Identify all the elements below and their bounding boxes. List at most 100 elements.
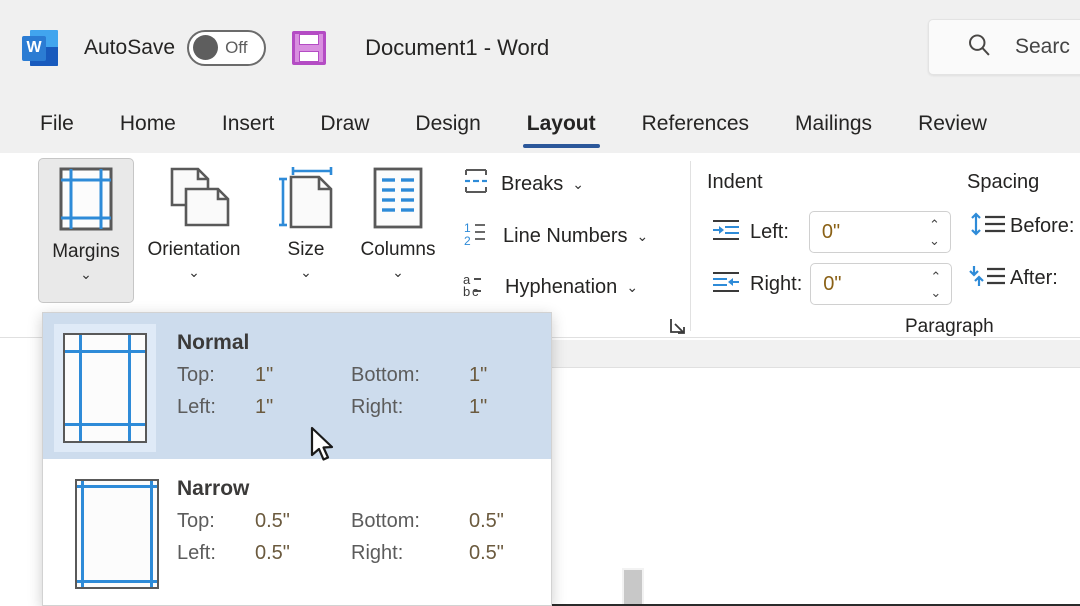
word-logo-icon: W [22, 28, 58, 68]
indent-left-input[interactable]: 0" ⌃ ⌄ [809, 211, 951, 253]
breaks-icon [463, 168, 489, 200]
indent-right-input[interactable]: 0" ⌃ ⌄ [810, 263, 952, 305]
narrow-top-label: Top: [177, 510, 255, 533]
tab-layout[interactable]: Layout [525, 108, 598, 140]
normal-left-label: Left: [177, 396, 255, 419]
indent-right-icon [712, 270, 740, 299]
columns-label: Columns [361, 239, 436, 261]
margins-icon [58, 167, 114, 237]
indent-left-label: Left: [750, 221, 789, 244]
normal-right-value: 1" [469, 396, 487, 419]
normal-left-value: 1" [255, 396, 351, 419]
search-box[interactable]: Searc [928, 19, 1080, 75]
spacing-before-row: Before: [968, 211, 1074, 242]
narrow-bottom-label: Bottom: [351, 510, 469, 533]
title-bar: W AutoSave Off Document1 - Word Searc [0, 0, 1080, 95]
indent-left-stepper[interactable]: ⌃ ⌄ [929, 214, 940, 250]
line-numbers-command[interactable]: 1 2 Line Numbers ⌄ [463, 219, 648, 253]
narrow-right-label: Right: [351, 542, 469, 565]
line-numbers-label: Line Numbers [503, 225, 628, 248]
chevron-down-icon: ⌄ [80, 267, 92, 281]
autosave-label: AutoSave [84, 36, 175, 60]
save-floppy-icon[interactable] [292, 31, 326, 65]
stepper-up-icon[interactable]: ⌃ [929, 218, 940, 231]
orientation-icon [156, 167, 232, 235]
indent-left-icon [712, 218, 740, 247]
ribbon-tab-strip: File Home Insert Draw Design Layout Refe… [0, 95, 1080, 153]
search-icon [965, 31, 993, 64]
svg-text:2: 2 [464, 234, 471, 247]
tab-draw[interactable]: Draw [318, 108, 371, 140]
columns-button[interactable]: Columns ⌄ [350, 159, 446, 279]
horizontal-ruler[interactable] [552, 340, 1080, 368]
narrow-bottom-value: 0.5" [469, 510, 504, 533]
breaks-label: Breaks [501, 173, 563, 196]
normal-bottom-value: 1" [469, 364, 487, 387]
spacing-after-row: After: [968, 263, 1058, 294]
hyphenation-icon: a b c [463, 270, 493, 304]
spacing-before-label: Before: [1010, 215, 1074, 238]
orientation-button[interactable]: Orientation ⌄ [146, 159, 242, 279]
ribbon-content: Margins ⌄ Orientation ⌄ [0, 153, 1080, 338]
margins-dropdown-menu[interactable]: Normal Top: 1" Bottom: 1" Left: 1" Right… [42, 312, 552, 606]
size-icon [275, 167, 337, 235]
svg-text:b: b [463, 284, 470, 298]
margins-option-narrow[interactable]: Narrow Top: 0.5" Bottom: 0.5" Left: 0.5"… [43, 459, 551, 605]
tab-references[interactable]: References [640, 108, 751, 140]
margins-label: Margins [52, 241, 120, 263]
columns-icon [369, 167, 427, 235]
search-input-placeholder: Searc [1015, 35, 1070, 59]
indent-right-row: Right: 0" ⌃ ⌄ [712, 263, 952, 305]
narrow-right-value: 0.5" [469, 542, 504, 565]
spacing-after-icon [968, 263, 1008, 294]
paragraph-group-label: Paragraph [905, 316, 994, 338]
mouse-cursor [310, 426, 336, 469]
spacing-group-title: Spacing [967, 171, 1039, 194]
chevron-down-icon: ⌄ [188, 265, 200, 279]
stepper-down-icon[interactable]: ⌄ [930, 286, 941, 299]
margins-option-normal[interactable]: Normal Top: 1" Bottom: 1" Left: 1" Right… [43, 313, 551, 459]
indent-right-stepper[interactable]: ⌃ ⌄ [930, 266, 941, 302]
tab-insert[interactable]: Insert [220, 108, 277, 140]
size-label: Size [288, 239, 325, 261]
group-separator [690, 161, 691, 331]
breaks-command[interactable]: Breaks ⌄ [463, 168, 584, 200]
narrow-left-label: Left: [177, 542, 255, 565]
line-numbers-icon: 1 2 [463, 219, 491, 253]
indent-left-value: 0" [822, 221, 840, 244]
stepper-up-icon[interactable]: ⌃ [930, 270, 941, 283]
chevron-down-icon: ⌄ [392, 265, 404, 279]
chevron-down-icon: ⌄ [572, 176, 584, 193]
svg-text:1: 1 [464, 221, 471, 235]
tab-mailings[interactable]: Mailings [793, 108, 874, 140]
normal-bottom-label: Bottom: [351, 364, 469, 387]
margins-button[interactable]: Margins ⌄ [38, 158, 134, 303]
normal-top-value: 1" [255, 364, 351, 387]
margins-preview-narrow [75, 479, 159, 589]
autosave-state-label: Off [225, 38, 247, 58]
autosave-toggle[interactable]: Off [187, 30, 266, 66]
autosave-toggle-knob [193, 35, 218, 60]
spacing-after-label: After: [1010, 267, 1058, 290]
size-button[interactable]: Size ⌄ [258, 159, 354, 279]
document-title: Document1 - Word [365, 35, 549, 61]
tab-home[interactable]: Home [118, 108, 178, 140]
indent-left-row: Left: 0" ⌃ ⌄ [712, 211, 951, 253]
hyphenation-command[interactable]: a b c Hyphenation ⌄ [463, 270, 638, 304]
tab-review[interactable]: Review [916, 108, 989, 140]
tab-file[interactable]: File [38, 108, 76, 140]
chevron-down-icon: ⌄ [300, 265, 312, 279]
ruler-indent-marker[interactable] [622, 568, 644, 606]
chevron-down-icon: ⌄ [626, 279, 638, 296]
indent-right-label: Right: [750, 273, 802, 296]
normal-top-label: Top: [177, 364, 255, 387]
indent-group-title: Indent [707, 171, 763, 194]
margins-option-title: Normal [177, 331, 487, 355]
chevron-down-icon: ⌄ [637, 228, 649, 245]
hyphenation-label: Hyphenation [505, 276, 617, 299]
margins-option-title: Narrow [177, 477, 504, 501]
stepper-down-icon[interactable]: ⌄ [929, 234, 940, 247]
indent-right-value: 0" [823, 273, 841, 296]
tab-design[interactable]: Design [413, 108, 482, 140]
narrow-left-value: 0.5" [255, 542, 351, 565]
